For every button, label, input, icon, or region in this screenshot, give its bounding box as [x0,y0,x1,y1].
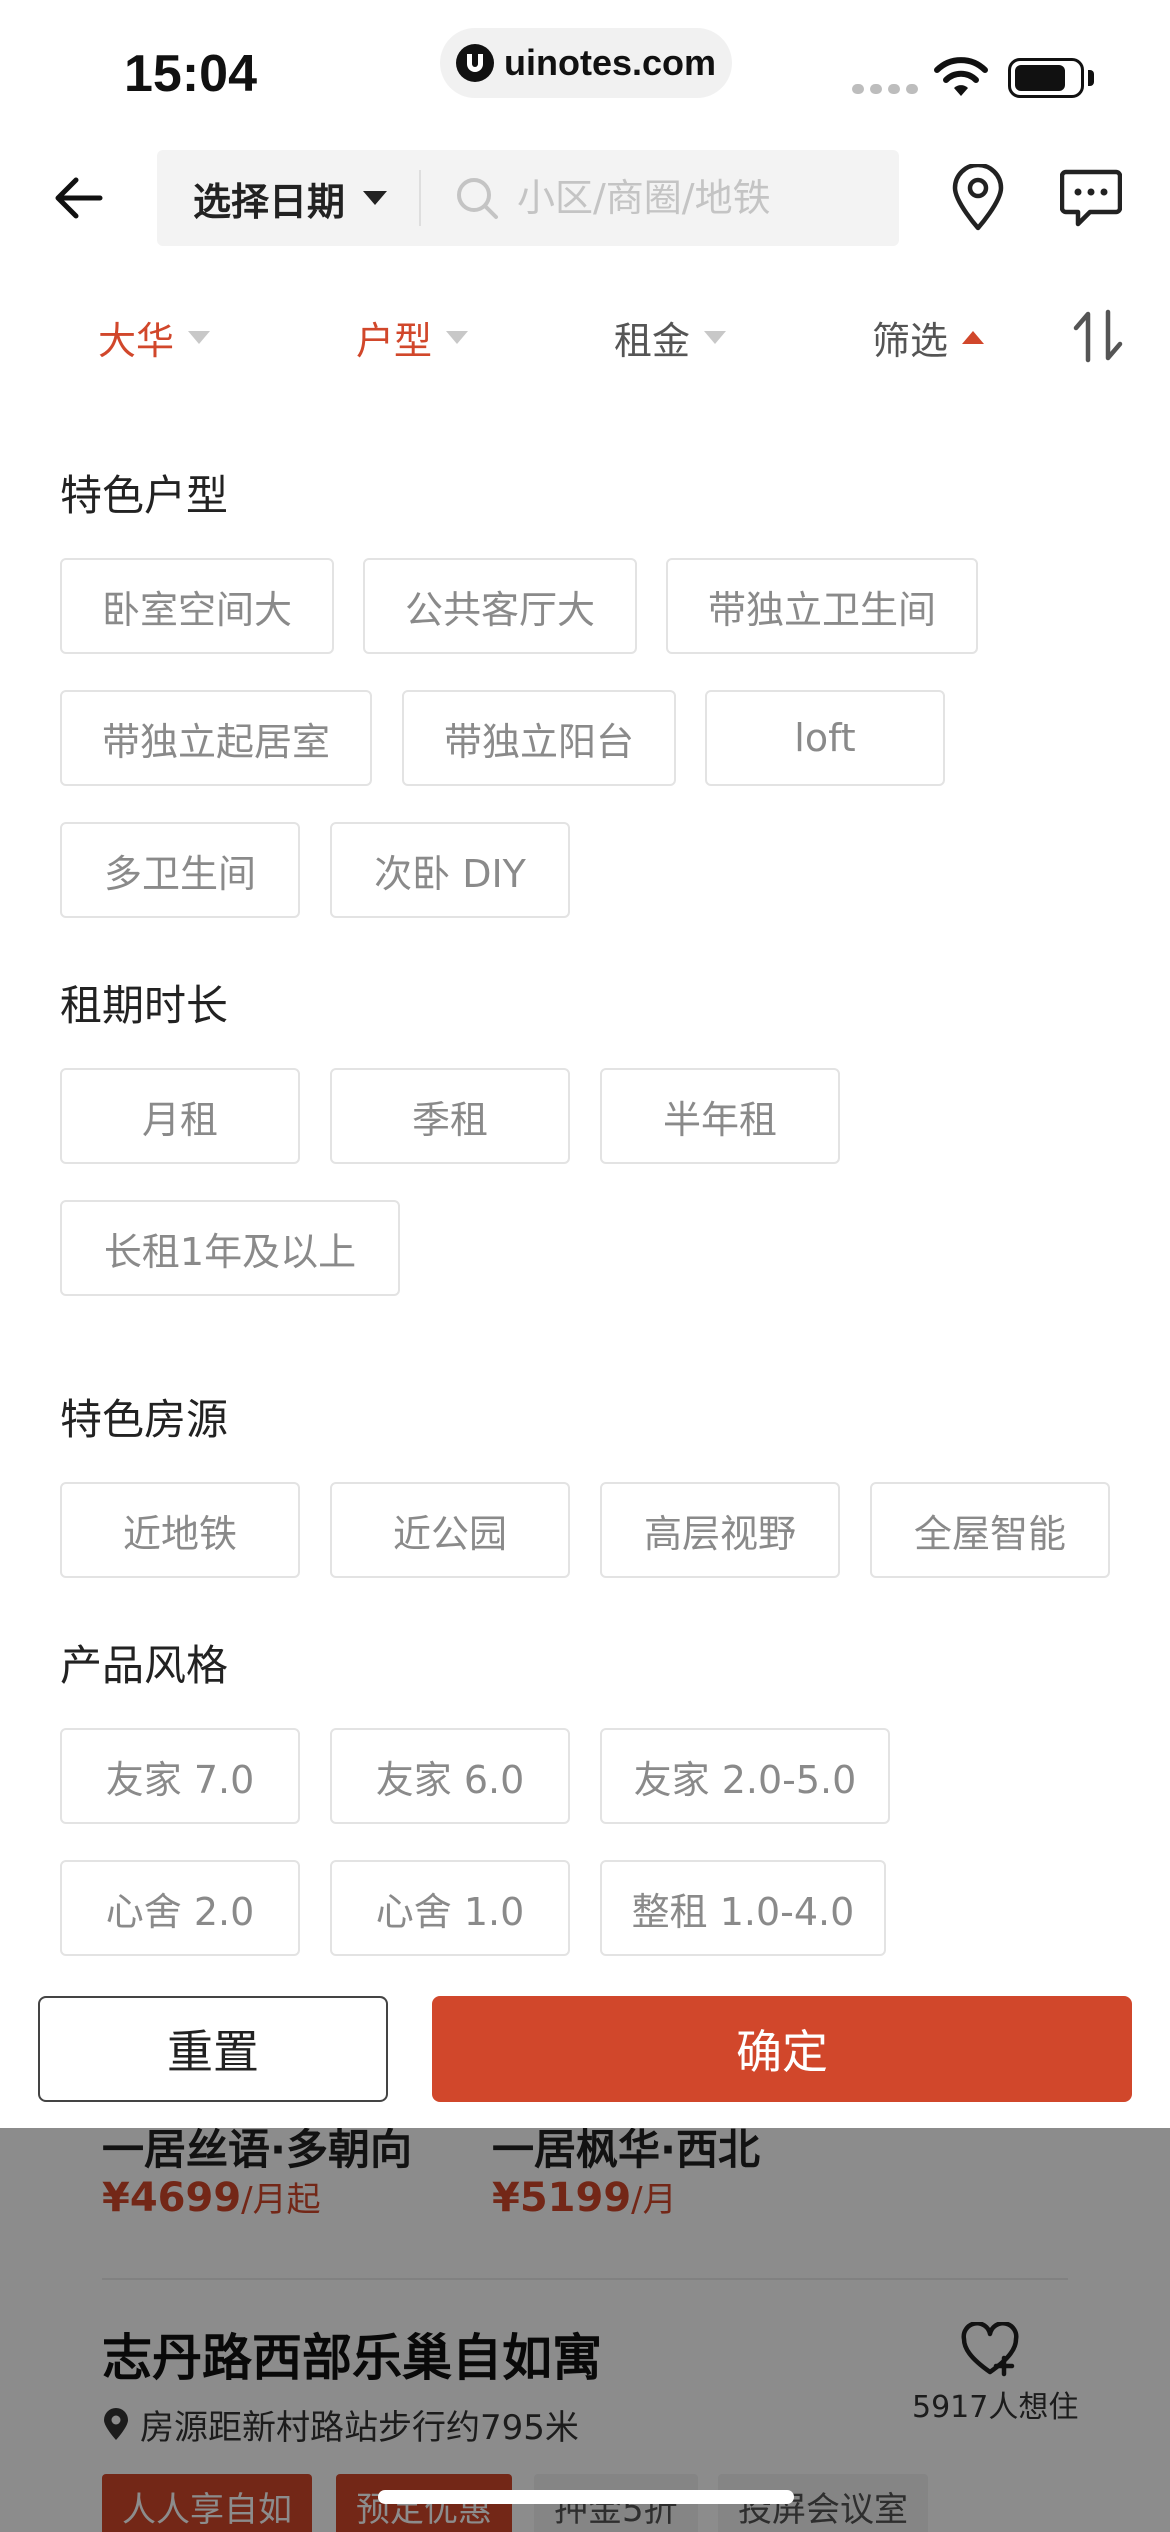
tag-option[interactable]: 高层视野 [600,1482,840,1578]
chevron-down-icon [363,191,388,205]
tag-option[interactable]: 近地铁 [60,1482,300,1578]
search-input[interactable] [517,176,837,220]
search-box: 选择日期 [157,150,899,246]
tab-rent-label: 租金 [614,319,691,363]
section-title-product-style: 产品风格 [60,1641,229,1690]
tag-option[interactable]: 心舍 1.0 [330,1860,570,1956]
status-bar: 15:04 uinotes.com [0,0,1170,140]
url-pill[interactable]: uinotes.com [440,28,732,98]
header: 选择日期 [0,150,1170,246]
reset-button[interactable]: 重置 [38,1996,388,2102]
section-title-layout-feature: 特色户型 [60,471,229,520]
cellular-signal-icon [852,84,918,94]
tab-rent[interactable]: 租金 [614,310,727,365]
url-text: uinotes.com [503,42,717,83]
tag-option[interactable]: 心舍 2.0 [60,1860,300,1956]
tag-option[interactable]: 带独立阳台 [402,690,676,786]
status-time: 15:04 [124,45,257,103]
date-select[interactable]: 选择日期 [157,150,419,246]
site-logo-icon [455,44,494,82]
tag-option[interactable]: 卧室空间大 [60,558,334,654]
filter-tabs: 大华 户型 租金 筛选 [0,300,1170,372]
battery-icon [1008,58,1084,98]
chevron-down-icon [188,331,211,344]
tag-option[interactable]: 近公园 [330,1482,570,1578]
tab-layout-label: 户型 [356,319,433,363]
tag-option[interactable]: 公共客厅大 [363,558,637,654]
back-arrow-icon[interactable] [50,170,106,226]
tag-option[interactable]: 全屋智能 [870,1482,1110,1578]
tag-option[interactable]: loft [705,690,945,786]
tag-option[interactable]: 月租 [60,1068,300,1164]
tab-district-label: 大华 [98,319,175,363]
tag-option[interactable]: 多卫生间 [60,822,300,918]
home-indicator[interactable] [378,2490,794,2504]
search-icon [457,178,498,219]
tag-option[interactable]: 长租1年及以上 [60,1200,400,1296]
tab-district[interactable]: 大华 [98,310,211,365]
tag-option[interactable]: 友家 7.0 [60,1728,300,1824]
tab-layout[interactable]: 户型 [356,310,469,365]
section-title-lease-term: 租期时长 [60,981,229,1030]
date-select-label: 选择日期 [193,179,346,224]
tag-option[interactable]: 友家 6.0 [330,1728,570,1824]
listing-underlay: 一居丝语·多朝向 ¥4699/月起 一居枫华·西北 ¥5199/月 志丹路西部乐… [0,2128,1170,2532]
tag-option[interactable]: 半年租 [600,1068,840,1164]
chevron-up-icon [962,331,985,344]
chevron-down-icon [704,331,727,344]
section-title-featured-housing: 特色房源 [60,1395,229,1444]
divider [419,170,421,226]
tag-option[interactable]: 次卧 DIY [330,822,570,918]
tag-option[interactable]: 带独立起居室 [60,690,372,786]
tag-option[interactable]: 整租 1.0-4.0 [600,1860,886,1956]
chevron-down-icon [446,331,469,344]
confirm-button[interactable]: 确定 [432,1996,1132,2102]
tag-option[interactable]: 带独立卫生间 [666,558,978,654]
tab-filter-label: 筛选 [872,319,949,363]
battery-tip [1088,70,1094,86]
tag-option[interactable]: 季租 [330,1068,570,1164]
dim-overlay[interactable] [0,2128,1170,2532]
location-pin-icon[interactable] [950,164,1006,232]
tab-filter[interactable]: 筛选 [872,310,985,365]
sort-icon[interactable] [1072,308,1124,364]
tag-option[interactable]: 友家 2.0-5.0 [600,1728,890,1824]
message-icon[interactable] [1060,168,1122,228]
wifi-icon [934,57,988,96]
